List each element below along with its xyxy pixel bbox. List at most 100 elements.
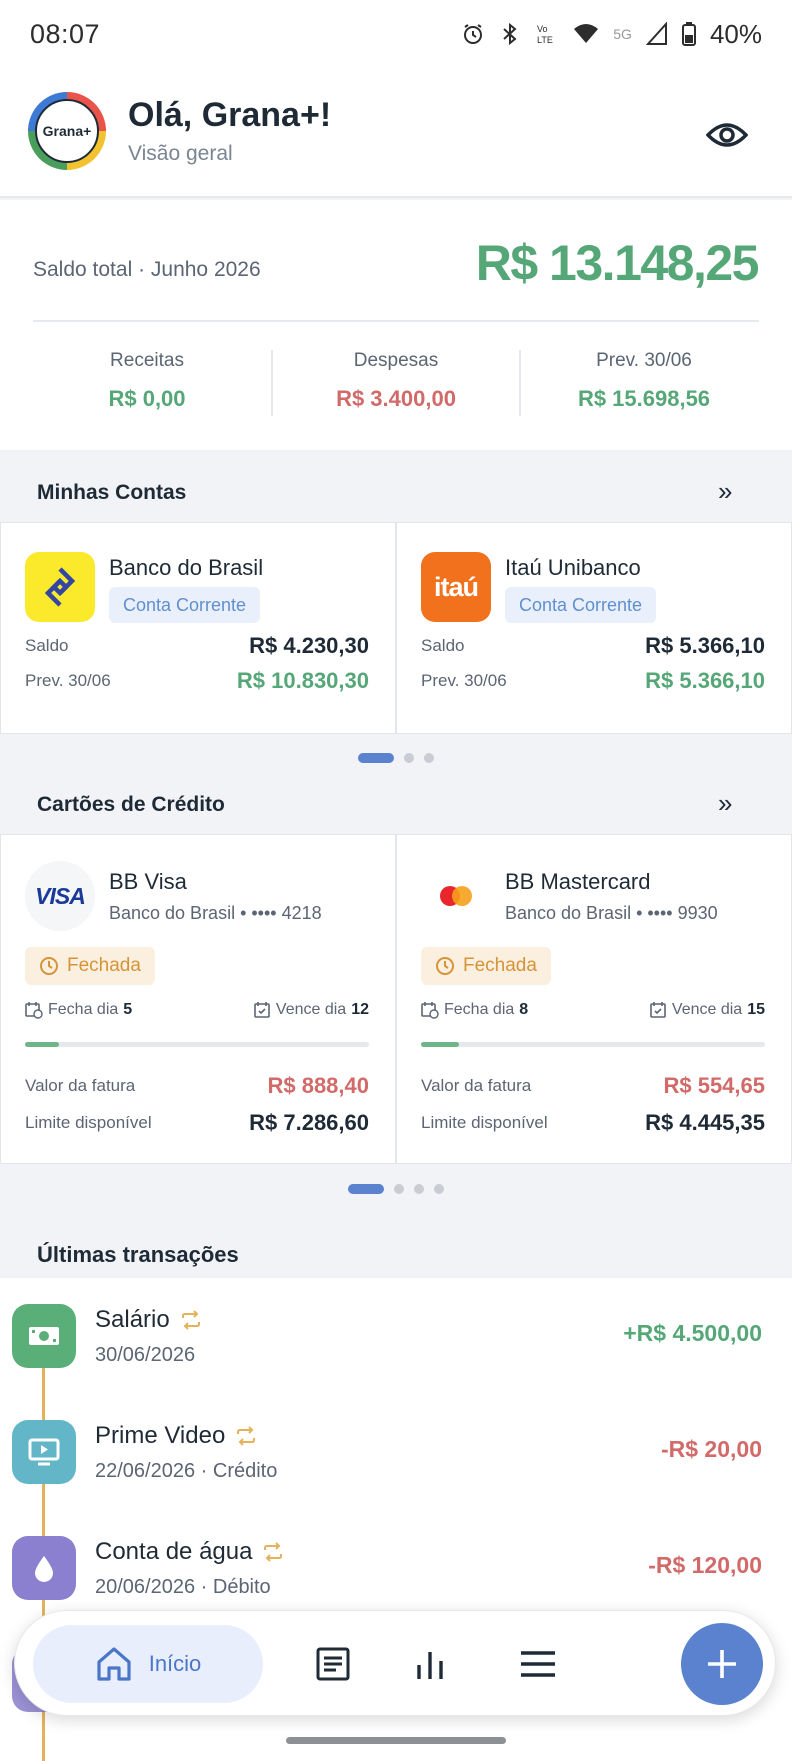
account-name: Itaú Unibanco [505, 555, 641, 580]
app-logo: Grana+ [28, 92, 106, 170]
credit-card-bb-visa[interactable]: VISA BB Visa Banco do Brasil • •••• 4218… [0, 834, 396, 1164]
signal-icon [645, 22, 667, 45]
money-icon [12, 1304, 76, 1368]
calendar-clock-icon [421, 1002, 439, 1019]
closing-date: Fecha dia 5 [25, 1001, 132, 1019]
carousel-dot[interactable] [404, 753, 414, 763]
carousel-dot[interactable] [434, 1184, 444, 1194]
app-logo-text: Grana+ [35, 99, 99, 163]
battery-icon [681, 22, 696, 46]
transaction-date: 20/06/2026 · Débito [95, 1576, 271, 1598]
add-transaction-button[interactable] [681, 1623, 763, 1705]
balance-value: R$ 13.148,25 [475, 235, 760, 291]
invoice-progress-bar [25, 1042, 369, 1047]
invoice-progress-bar [421, 1042, 765, 1047]
mastercard-icon [440, 886, 472, 906]
accounts-carousel-dots[interactable] [358, 753, 434, 763]
carousel-dot[interactable] [424, 753, 434, 763]
invoice-value: R$ 554,65 [663, 1073, 765, 1098]
closing-day: 5 [123, 1001, 133, 1018]
status-time: 08:07 [30, 18, 101, 49]
transaction-row[interactable]: Conta de água 20/06/2026 · Débito -R$ 12… [0, 1510, 792, 1626]
closing-date: Fecha dia 8 [421, 1001, 528, 1019]
card-subtitle: Banco do Brasil • •••• 9930 [505, 903, 718, 923]
limit-value: R$ 4.445,35 [645, 1110, 765, 1135]
transaction-row[interactable]: Salário 30/06/2026 +R$ 4.500,00 [0, 1278, 792, 1394]
nav-menu-button[interactable] [511, 1637, 565, 1691]
invoice-value: R$ 888,40 [267, 1073, 369, 1098]
nav-transactions-button[interactable] [306, 1637, 360, 1691]
greeting-title: Olá, Grana+! [128, 96, 332, 134]
section-title-accounts: Minhas Contas [37, 481, 187, 504]
due-date: Vence dia 12 [253, 1001, 369, 1019]
account-forecast: R$ 5.366,10 [645, 668, 765, 693]
visa-logo: VISA [25, 861, 95, 931]
bottom-navigation: Início [14, 1610, 776, 1716]
metric-label: Receitas [110, 350, 184, 371]
account-forecast-row: Prev. 30/06 R$ 10.830,30 [25, 668, 369, 694]
carousel-dot[interactable] [414, 1184, 424, 1194]
due-day: 15 [747, 1001, 765, 1018]
card-dates-row: Fecha dia 8 Vence dia 15 [421, 1001, 765, 1019]
clock-icon [436, 957, 454, 975]
calendar-clock-icon [25, 1002, 43, 1019]
transaction-name: Prime Video [95, 1422, 226, 1449]
invoice-row: Valor da fatura R$ 888,40 [25, 1073, 369, 1099]
forecast-row-label: Prev. 30/06 [25, 671, 111, 690]
closing-day: 8 [519, 1001, 529, 1018]
invoice-label: Valor da fatura [25, 1076, 136, 1095]
carousel-dot-active[interactable] [358, 753, 394, 763]
calendar-check-icon [254, 1002, 270, 1018]
cards-more-button[interactable]: » [718, 788, 732, 819]
account-balance-row: Saldo R$ 4.230,30 [25, 633, 369, 659]
nav-reports-button[interactable] [403, 1637, 457, 1691]
section-title-transactions: Últimas transações [37, 1242, 239, 1267]
water-drop-icon [12, 1536, 76, 1600]
closing-label: Fecha dia [444, 1001, 515, 1018]
itau-logo: itaú [421, 552, 491, 622]
card-status-badge: Fechada [25, 947, 155, 985]
mastercard-logo [421, 861, 491, 931]
status-icons: Vo LTE 5G 40% [461, 19, 762, 50]
nav-home-button[interactable]: Início [33, 1625, 263, 1703]
toggle-visibility-button[interactable] [700, 108, 754, 162]
cards-carousel-dots[interactable] [348, 1184, 444, 1194]
app-header: Grana+ Olá, Grana+! Visão geral [0, 68, 792, 198]
carousel-dot-active[interactable] [348, 1184, 384, 1194]
invoice-progress-fill [25, 1042, 60, 1047]
account-card-banco-do-brasil[interactable]: Banco do Brasil Conta Corrente Saldo R$ … [0, 522, 396, 734]
bar-chart-icon [417, 1652, 443, 1679]
transaction-amount: -R$ 120,00 [648, 1552, 762, 1578]
transaction-amount: +R$ 4.500,00 [623, 1320, 762, 1346]
account-type-badge: Conta Corrente [109, 587, 261, 623]
transaction-name: Conta de água [95, 1538, 253, 1565]
alarm-icon [464, 24, 483, 44]
account-card-itau[interactable]: itaú Itaú Unibanco Conta Corrente Saldo … [396, 522, 792, 734]
transaction-name-row: Salário [95, 1306, 202, 1334]
account-name: Banco do Brasil [109, 555, 264, 580]
transaction-name-row: Prime Video [95, 1422, 257, 1450]
card-status-text: Fechada [463, 955, 537, 976]
balance-card: Saldo total · Junho 2026 R$ 13.148,25 Re… [0, 200, 792, 450]
transaction-row[interactable]: Prime Video 22/06/2026 · Crédito -R$ 20,… [0, 1394, 792, 1510]
account-balance: R$ 4.230,30 [249, 633, 369, 658]
accounts-more-button[interactable]: » [718, 476, 732, 507]
limit-row: Limite disponível R$ 7.286,60 [25, 1110, 369, 1136]
metric-value: R$ 3.400,00 [336, 386, 456, 411]
home-indicator[interactable] [286, 1737, 506, 1744]
due-day: 12 [351, 1001, 369, 1018]
calendar-check-icon [650, 1002, 666, 1018]
forecast-row-label: Prev. 30/06 [421, 671, 507, 690]
transaction-date: 30/06/2026 [95, 1344, 196, 1366]
credit-card-bb-mastercard[interactable]: BB Mastercard Banco do Brasil • •••• 993… [396, 834, 792, 1164]
visa-logo-text: VISA [35, 882, 86, 909]
balance-label: Saldo total · Junho 2026 [33, 258, 261, 281]
transaction-name: Salário [95, 1306, 170, 1333]
due-date: Vence dia 15 [649, 1001, 765, 1019]
repeat-icon [181, 1310, 200, 1330]
bb-logo-icon [44, 567, 76, 607]
card-name: BB Visa [109, 869, 187, 894]
hamburger-menu-icon [521, 1651, 555, 1677]
repeat-icon [237, 1426, 256, 1446]
carousel-dot[interactable] [394, 1184, 404, 1194]
